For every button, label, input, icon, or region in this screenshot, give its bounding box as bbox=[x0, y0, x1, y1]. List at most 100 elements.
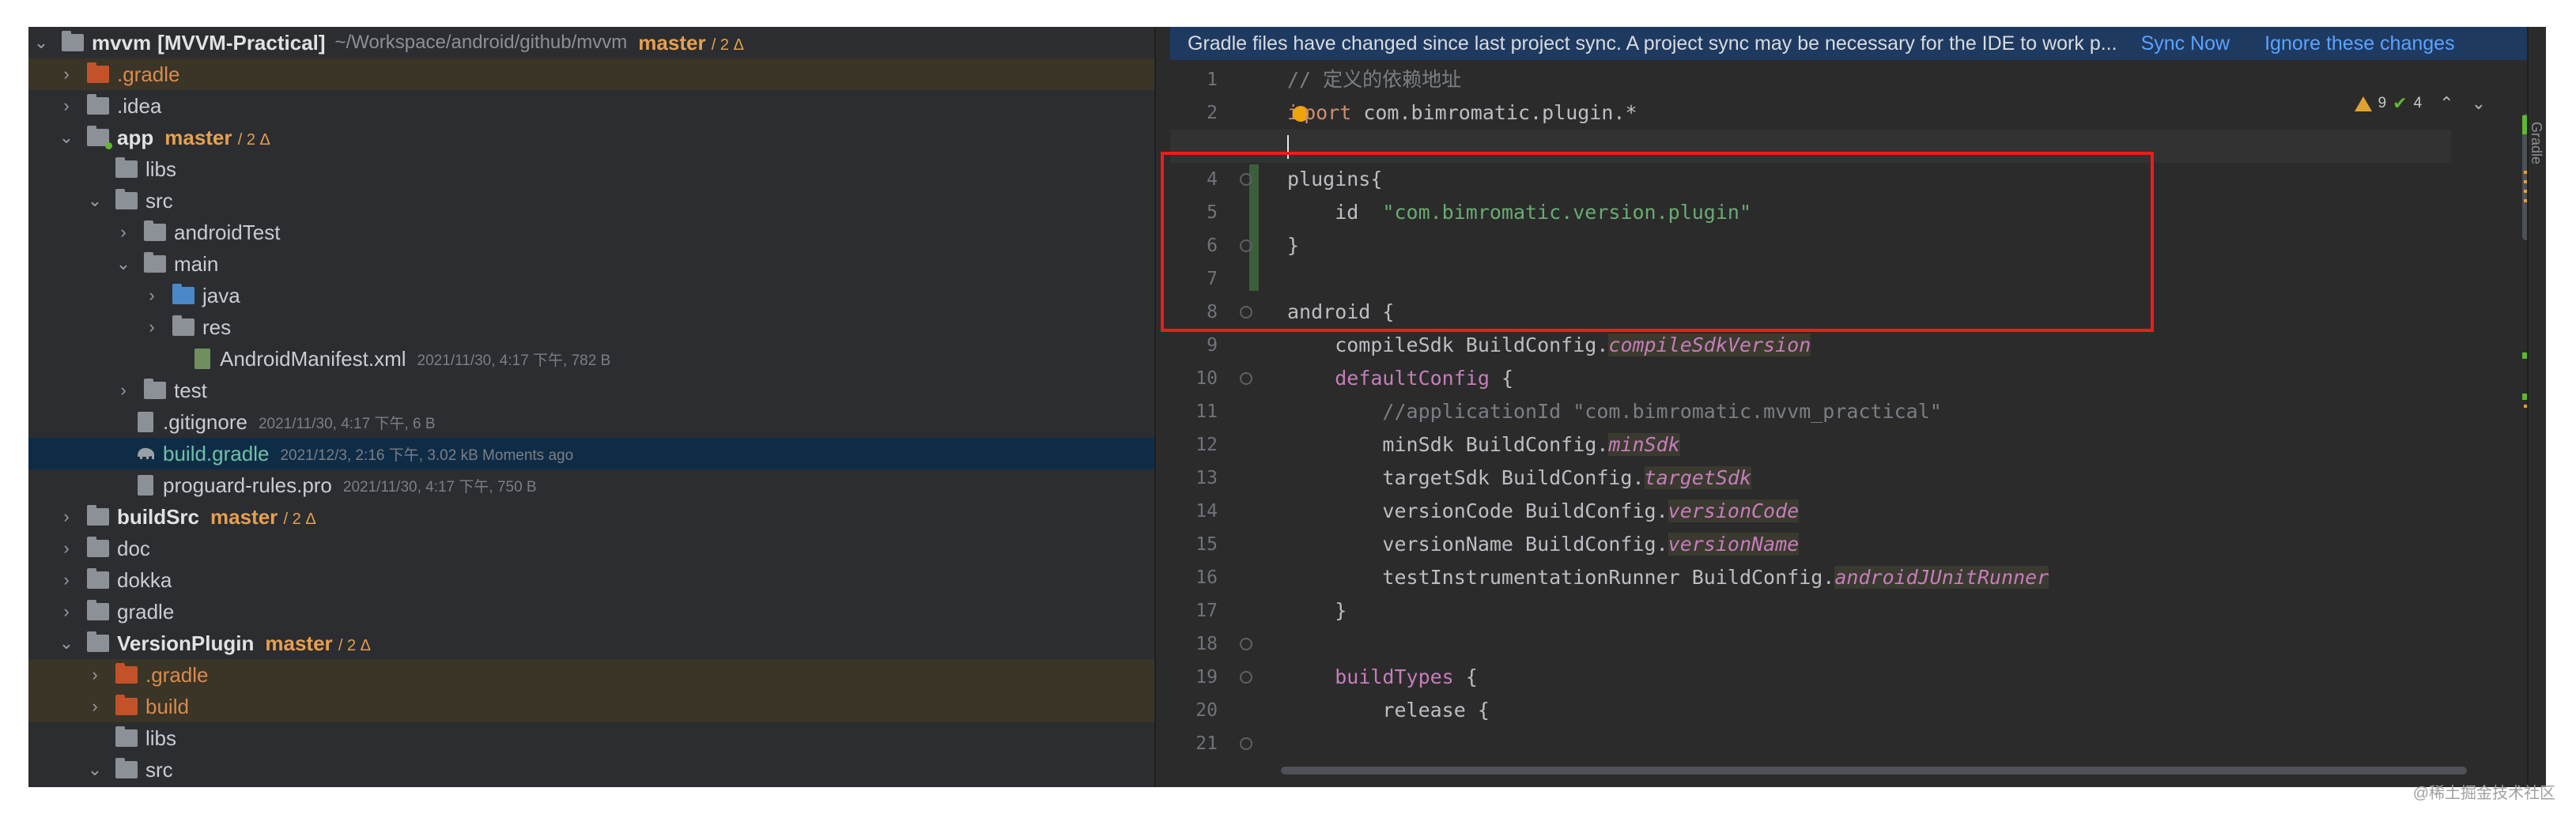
code-area[interactable]: // 定义的依赖地址 iport com.bimromatic.plugin.*… bbox=[1170, 63, 2489, 787]
branch-changes: / 2 Δ bbox=[237, 130, 270, 149]
file-meta: 2021/11/30, 4:17 下午, 6 B bbox=[258, 415, 436, 432]
panel-splitter[interactable] bbox=[1154, 27, 1170, 787]
comment: // 定义的依赖地址 bbox=[1287, 68, 1462, 91]
tree-item-doc[interactable]: › doc bbox=[28, 533, 1154, 564]
tree-item-androidtest[interactable]: › androidTest bbox=[28, 217, 1154, 248]
tree-item-app[interactable]: ⌄ app master / 2 Δ bbox=[28, 122, 1154, 153]
watermark: @稀土掘金技术社区 bbox=[2412, 785, 2555, 802]
tree-item-src[interactable]: ⌄ src bbox=[28, 185, 1154, 217]
gradle-tool-tab[interactable]: Gradle bbox=[2528, 122, 2544, 164]
tree-item-label: app bbox=[117, 125, 154, 149]
tree-item-label: dokka bbox=[117, 567, 172, 592]
tree-item-vp-libs[interactable]: libs bbox=[28, 722, 1154, 754]
tree-item-label: doc bbox=[117, 536, 150, 560]
fold-icon[interactable] bbox=[1240, 671, 1252, 684]
tree-item-label: res bbox=[202, 315, 232, 339]
tree-item-label: test bbox=[174, 378, 207, 402]
chevron-down-icon[interactable]: ⌄ bbox=[85, 190, 104, 211]
folder-icon bbox=[144, 379, 166, 399]
tree-item-gitignore[interactable]: .gitignore 2021/11/30, 4:17 下午, 6 B bbox=[28, 406, 1154, 438]
chevron-right-icon[interactable]: › bbox=[57, 570, 76, 590]
chevron-right-icon[interactable]: › bbox=[85, 665, 104, 685]
tree-item-versionplugin[interactable]: ⌄ VersionPlugin master / 2 Δ bbox=[28, 627, 1154, 659]
tree-item-vp-gradle[interactable]: › .gradle bbox=[28, 659, 1154, 691]
tree-item-res[interactable]: › res bbox=[28, 311, 1154, 343]
horizontal-scrollbar[interactable] bbox=[1281, 767, 2467, 774]
folder-icon bbox=[144, 252, 166, 273]
chevron-down-icon[interactable]: ⌄ bbox=[32, 32, 51, 53]
tree-item-vp-src[interactable]: ⌄ src bbox=[28, 754, 1154, 786]
tree-item-gradle[interactable]: › .gradle bbox=[28, 58, 1154, 90]
chevron-right-icon[interactable]: › bbox=[114, 380, 133, 401]
tree-item-dokka[interactable]: › dokka bbox=[28, 564, 1154, 596]
property: versionCode bbox=[1668, 499, 1800, 522]
code-text: versionName BuildConfig. bbox=[1287, 533, 1668, 556]
chevron-right-icon[interactable]: › bbox=[142, 285, 161, 306]
folder-icon bbox=[115, 695, 138, 715]
chevron-right-icon[interactable]: › bbox=[142, 317, 161, 337]
file-meta: 2021/11/30, 4:17 下午, 782 B bbox=[417, 352, 611, 369]
tree-item-main[interactable]: ⌄ main bbox=[28, 248, 1154, 280]
tree-item-libs[interactable]: libs bbox=[28, 153, 1154, 185]
code-editor[interactable]: Gradle files have changed since last pro… bbox=[1170, 27, 2546, 787]
chevron-right-icon[interactable]: › bbox=[57, 64, 76, 85]
fold-icon[interactable] bbox=[1240, 372, 1252, 385]
fold-icon[interactable] bbox=[1240, 638, 1252, 650]
comment: //applicationId "com.bimromatic.mvvm_pra… bbox=[1287, 400, 1942, 423]
line-number: 11 bbox=[1195, 401, 1218, 422]
line-number: 14 bbox=[1195, 501, 1218, 522]
sync-now-link[interactable]: Sync Now bbox=[2141, 32, 2230, 55]
branch-changes: / 2 Δ bbox=[283, 510, 316, 528]
tree-item-idea[interactable]: › .idea bbox=[28, 90, 1154, 122]
code-line-13: targetSdk BuildConfig.targetSdk bbox=[1287, 462, 1752, 495]
tree-item-label: java bbox=[202, 283, 240, 307]
code-line-9: compileSdk BuildConfig.compileSdkVersion bbox=[1287, 329, 1811, 362]
tree-item-build-gradle[interactable]: build.gradle 2021/12/3, 2:16 下午, 3.02 kB… bbox=[28, 438, 1154, 469]
folder-icon bbox=[87, 568, 109, 589]
tree-item-gradle-dir[interactable]: › gradle bbox=[28, 596, 1154, 627]
ignore-changes-link[interactable]: Ignore these changes bbox=[2264, 32, 2454, 55]
code-text: minSdk BuildConfig. bbox=[1287, 433, 1609, 456]
chevron-right-icon[interactable]: › bbox=[57, 538, 76, 559]
tree-item-java[interactable]: › java bbox=[28, 280, 1154, 311]
branch-name: master bbox=[265, 631, 333, 655]
chevron-down-icon[interactable]: ⌄ bbox=[114, 254, 133, 274]
property: versionName bbox=[1668, 533, 1800, 556]
folder-icon bbox=[87, 62, 109, 83]
line-number: 9 bbox=[1207, 335, 1218, 356]
chevron-right-icon[interactable]: › bbox=[57, 507, 76, 527]
chevron-down-icon[interactable]: ⌄ bbox=[57, 127, 76, 148]
folder-icon bbox=[115, 189, 138, 209]
tree-item-label: AndroidManifest.xml bbox=[220, 346, 406, 371]
chevron-right-icon[interactable]: › bbox=[57, 601, 76, 622]
fold-icon[interactable] bbox=[1240, 239, 1252, 252]
tree-item-vp-build[interactable]: › build bbox=[28, 691, 1154, 722]
property: minSdk bbox=[1608, 433, 1680, 456]
line-number: 13 bbox=[1195, 468, 1218, 488]
keyword: port bbox=[1304, 101, 1352, 124]
tree-item-label: .idea bbox=[117, 93, 162, 118]
code-text: release { bbox=[1287, 699, 1490, 722]
line-number: 2 bbox=[1207, 103, 1218, 123]
chevron-right-icon[interactable]: › bbox=[57, 96, 76, 116]
line-number: 17 bbox=[1195, 601, 1218, 621]
tree-item-proguard[interactable]: proguard-rules.pro 2021/11/30, 4:17 下午, … bbox=[28, 469, 1154, 501]
fold-icon[interactable] bbox=[1240, 737, 1252, 750]
line-number: 1 bbox=[1207, 70, 1218, 90]
fold-icon[interactable] bbox=[1240, 173, 1252, 186]
chevron-down-icon[interactable]: ⌄ bbox=[57, 633, 76, 654]
tree-item-test[interactable]: › test bbox=[28, 375, 1154, 406]
chevron-right-icon[interactable]: › bbox=[85, 696, 104, 717]
tree-item-label: libs bbox=[145, 725, 177, 750]
line-number: 10 bbox=[1195, 368, 1218, 389]
chevron-down-icon[interactable]: ⌄ bbox=[85, 759, 104, 780]
module-folder-icon bbox=[87, 126, 112, 149]
right-tool-strip[interactable]: Gradle bbox=[2527, 27, 2546, 787]
line-gutter[interactable]: 1 2 3 4 5 6 7 8 9 10 11 12 13 14 15 16 1… bbox=[1170, 63, 1265, 787]
tree-item-androidmanifest[interactable]: AndroidManifest.xml 2021/11/30, 4:17 下午,… bbox=[28, 343, 1154, 375]
tree-root[interactable]: ⌄ mvvm [MVVM-Practical] ~/Workspace/andr… bbox=[28, 27, 1154, 58]
chevron-right-icon[interactable]: › bbox=[114, 222, 133, 243]
tree-item-buildsrc[interactable]: › buildSrc master / 2 Δ bbox=[28, 501, 1154, 533]
fold-icon[interactable] bbox=[1240, 306, 1252, 318]
block-name: defaultConfig bbox=[1335, 367, 1490, 390]
